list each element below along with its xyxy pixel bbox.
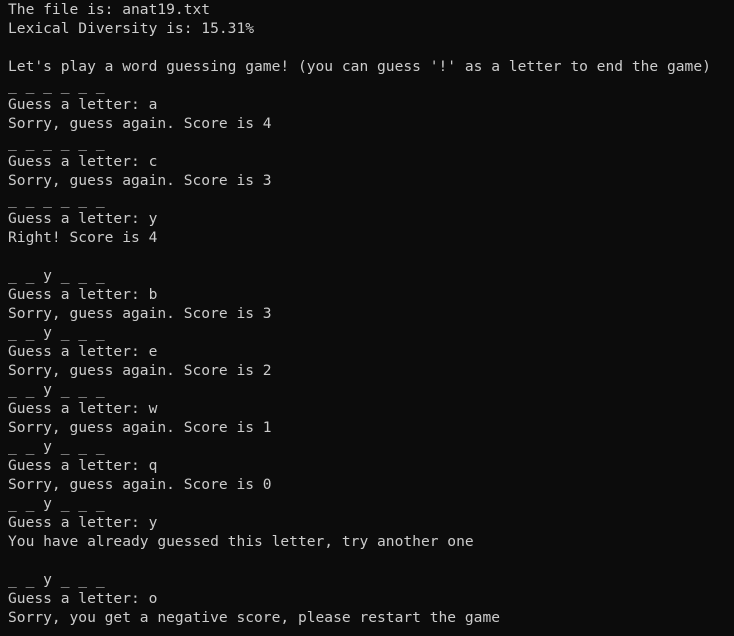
terminal-line: Sorry, guess again. Score is 2 bbox=[8, 362, 272, 379]
terminal-line: Let's play a word guessing game! (you ca… bbox=[8, 58, 711, 75]
terminal-line: Sorry, guess again. Score is 4 bbox=[8, 115, 272, 132]
terminal-line: Guess a letter: c bbox=[8, 153, 158, 170]
terminal-line: Sorry, you get a negative score, please … bbox=[8, 609, 501, 626]
terminal-line: _ _ y _ _ _ bbox=[8, 324, 105, 341]
terminal-line: _ _ y _ _ _ bbox=[8, 571, 105, 588]
terminal-line: _ _ _ _ _ _ bbox=[8, 191, 105, 208]
terminal-line: _ _ y _ _ _ bbox=[8, 381, 105, 398]
terminal-line: You have already guessed this letter, tr… bbox=[8, 533, 474, 550]
terminal-line: Sorry, guess again. Score is 3 bbox=[8, 305, 272, 322]
terminal-line: Guess a letter: a bbox=[8, 96, 158, 113]
terminal-line: Guess a letter: o bbox=[8, 590, 158, 607]
terminal-line: Sorry, guess again. Score is 1 bbox=[8, 419, 272, 436]
terminal-line: Right! Score is 4 bbox=[8, 229, 158, 246]
terminal-line: Guess a letter: y bbox=[8, 210, 158, 227]
terminal-window[interactable]: The file is: anat19.txt Lexical Diversity… bbox=[0, 0, 734, 636]
terminal-line: Sorry, guess again. Score is 0 bbox=[8, 476, 272, 493]
terminal-line: Guess a letter: q bbox=[8, 457, 158, 474]
terminal-line: The file is: anat19.txt bbox=[8, 1, 211, 18]
terminal-line: _ _ _ _ _ _ bbox=[8, 77, 105, 94]
terminal-line: Guess a letter: e bbox=[8, 343, 158, 360]
terminal-line: _ _ y _ _ _ bbox=[8, 495, 105, 512]
terminal-line: _ _ y _ _ _ bbox=[8, 267, 105, 284]
terminal-line: _ _ _ _ _ _ bbox=[8, 134, 105, 151]
terminal-line: Guess a letter: y bbox=[8, 514, 158, 531]
terminal-line: Sorry, guess again. Score is 3 bbox=[8, 172, 272, 189]
terminal-line: _ _ y _ _ _ bbox=[8, 438, 105, 455]
terminal-line: Lexical Diversity is: 15.31% bbox=[8, 20, 255, 37]
terminal-output: The file is: anat19.txt Lexical Diversity… bbox=[8, 0, 734, 627]
terminal-line: Guess a letter: w bbox=[8, 400, 158, 417]
terminal-line: Guess a letter: b bbox=[8, 286, 158, 303]
